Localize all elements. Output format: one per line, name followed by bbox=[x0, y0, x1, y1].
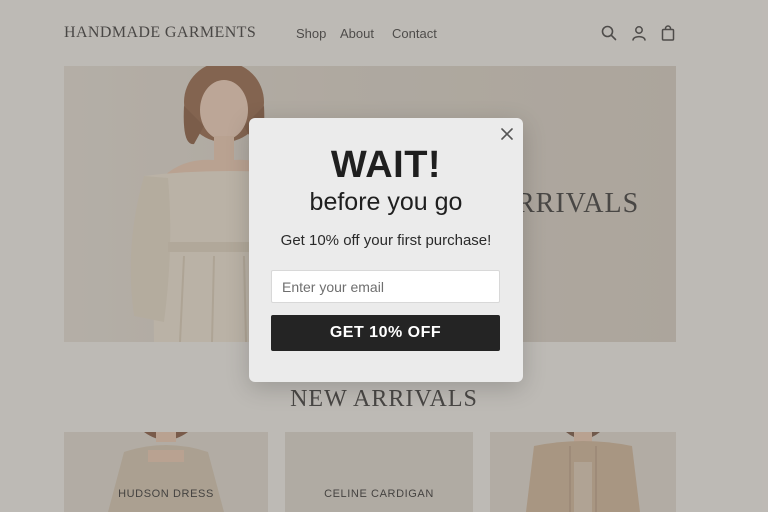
discount-popup: WAIT! before you go Get 10% off your fir… bbox=[249, 118, 523, 382]
email-input[interactable] bbox=[271, 270, 500, 303]
popup-heading: WAIT! bbox=[330, 144, 442, 186]
get-discount-button[interactable]: GET 10% OFF bbox=[271, 315, 500, 351]
popup-offer-text: Get 10% off your first purchase! bbox=[280, 232, 492, 249]
popup-subheading: before you go bbox=[309, 188, 463, 216]
page: HANDMADE GARMENTS Shop About Contact RRI… bbox=[0, 0, 768, 512]
close-icon[interactable] bbox=[499, 126, 515, 142]
